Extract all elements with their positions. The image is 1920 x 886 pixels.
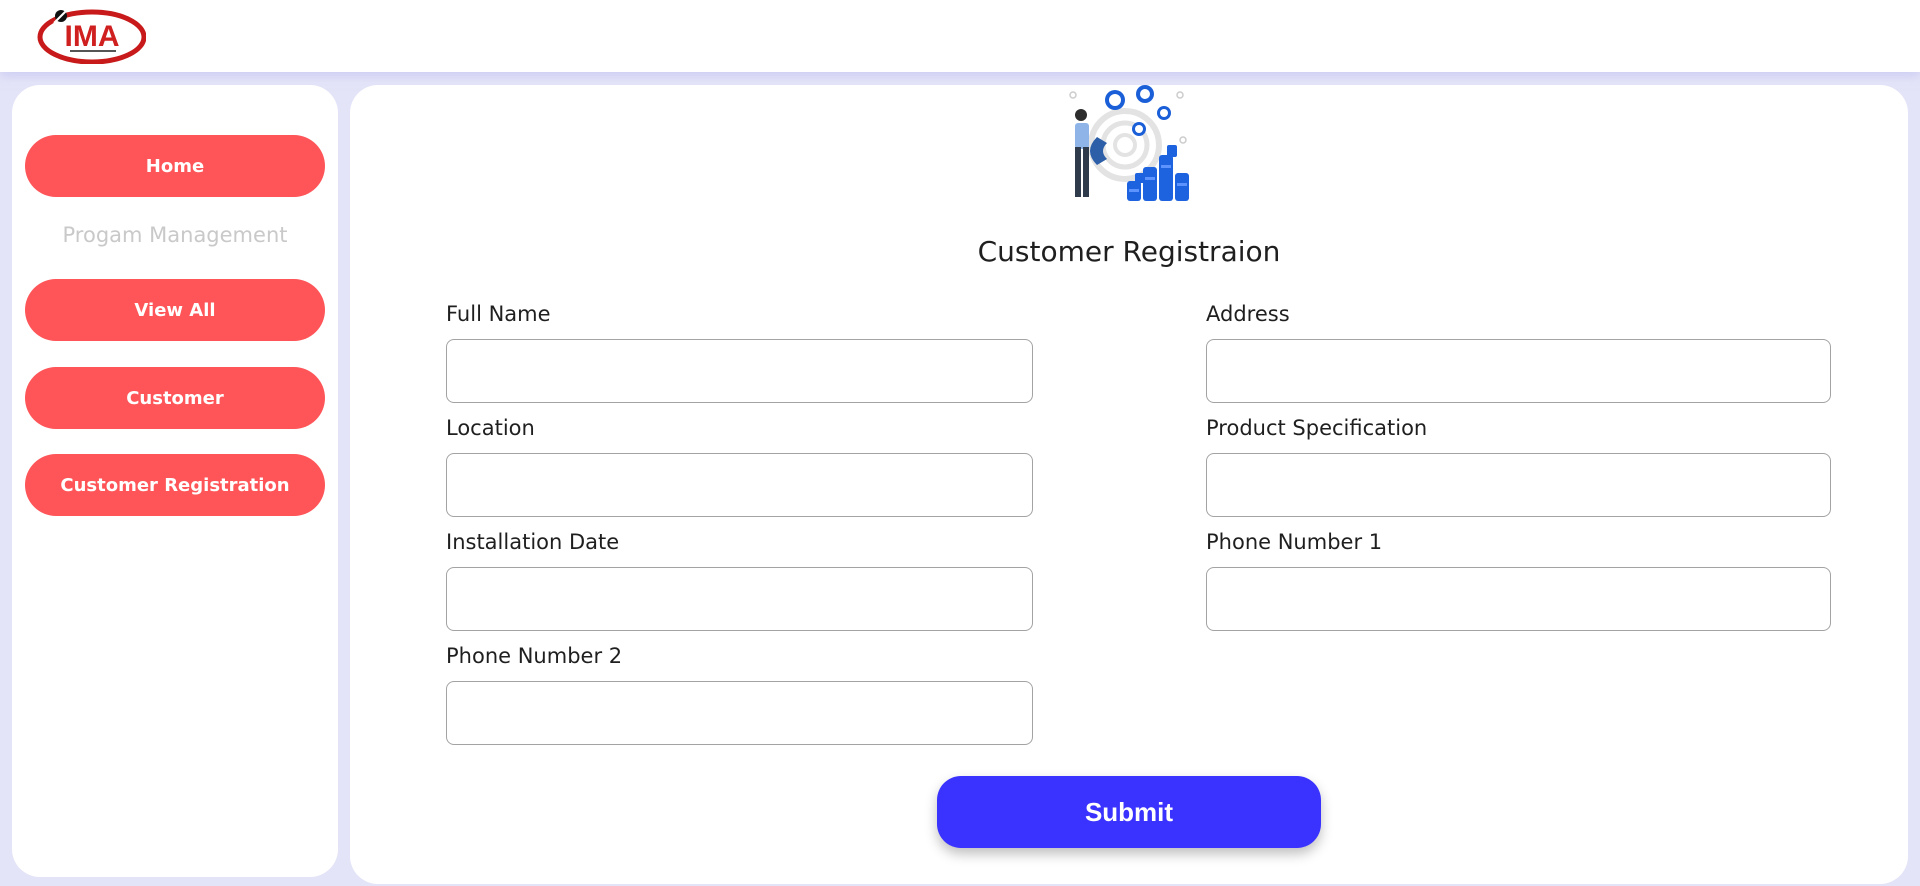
product-specification-label: Product Specification [1206,416,1428,440]
phone-number-1-input[interactable] [1206,567,1831,631]
location-input[interactable] [446,453,1033,517]
section-label-program-management: Progam Management [62,223,288,247]
sidebar-item-label: View All [134,299,216,321]
customer-magnet-illustration [1069,85,1189,201]
sidebar-item-customer[interactable]: Customer [25,367,325,429]
submit-button[interactable]: Submit [937,776,1321,848]
sidebar-item-view-all[interactable]: View All [25,279,325,341]
main-panel: Customer Registraion Full Name Address L… [350,85,1908,884]
phone-number-1-label: Phone Number 1 [1206,530,1383,554]
sidebar-item-customer-registration[interactable]: Customer Registration [25,454,325,516]
phone-number-2-label: Phone Number 2 [446,644,623,668]
full-name-input[interactable] [446,339,1033,403]
top-bar: IMA [0,0,1920,72]
sidebar: Home Progam Management View All Customer… [12,85,338,877]
installation-date-input[interactable] [446,567,1033,631]
logo-text: IMA [65,20,120,53]
sidebar-item-home[interactable]: Home [25,135,325,197]
installation-date-label: Installation Date [446,530,620,554]
location-label: Location [446,416,535,440]
sidebar-item-label: Customer [126,387,224,409]
full-name-label: Full Name [446,302,551,326]
product-specification-input[interactable] [1206,453,1831,517]
ima-logo[interactable]: IMA [36,6,146,64]
sidebar-item-label: Home [145,155,205,177]
address-input[interactable] [1206,339,1831,403]
address-label: Address [1206,302,1290,326]
phone-number-2-input[interactable] [446,681,1033,745]
sidebar-item-label: Customer Registration [60,474,290,496]
form-title: Customer Registraion [977,235,1281,268]
